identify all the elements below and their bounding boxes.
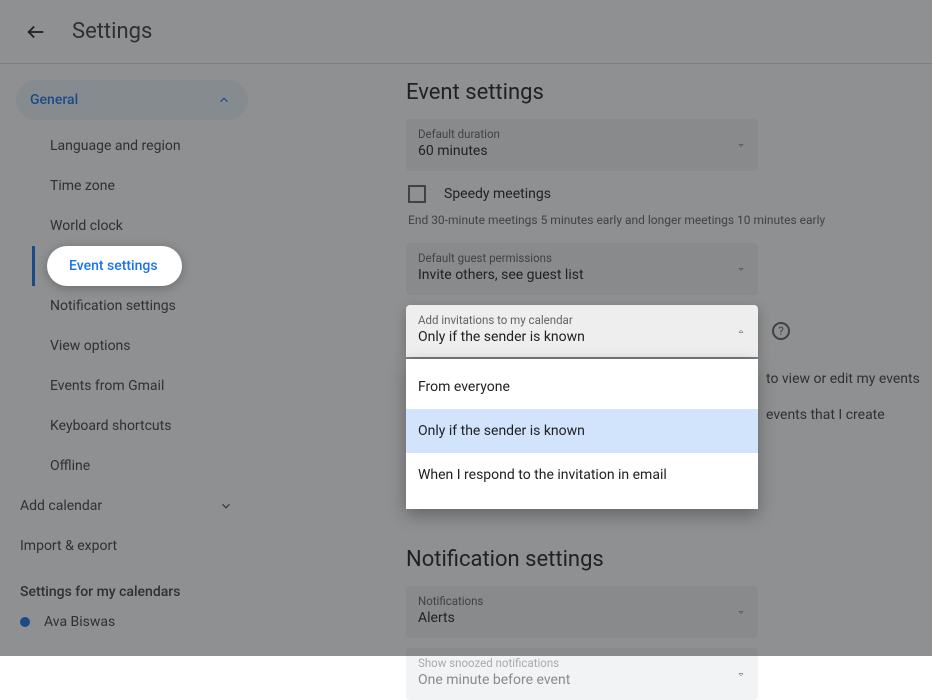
caret-down-icon: [736, 136, 746, 155]
caret-down-icon: [736, 603, 746, 622]
invitations-dropdown[interactable]: Add invitations to my calendar Only if t…: [406, 305, 758, 357]
sidebar-user-name: Ava Biswas: [44, 614, 115, 630]
field-label: Show snoozed notifications: [418, 656, 746, 670]
field-label: Default duration: [418, 127, 746, 141]
sidebar-item-event-settings-pill[interactable]: Event settings: [47, 246, 182, 286]
sidebar-item-events-gmail[interactable]: Events from Gmail: [32, 366, 248, 406]
speedy-meetings-checkbox[interactable]: Speedy meetings: [408, 185, 914, 203]
occluded-line-2: events that I create: [766, 397, 932, 433]
main-panel: Event settings Default duration 60 minut…: [256, 64, 932, 656]
field-value: Invite others, see guest list: [418, 267, 746, 283]
chevron-up-icon: [214, 90, 234, 110]
menu-item-when-respond[interactable]: When I respond to the invitation in emai…: [406, 453, 758, 497]
caret-down-icon: [736, 665, 746, 684]
occluded-line-1: to view or edit my events: [766, 361, 932, 397]
checkbox-label: Speedy meetings: [444, 186, 551, 202]
menu-item-sender-known[interactable]: Only if the sender is known: [406, 409, 758, 453]
field-value: One minute before event: [418, 672, 746, 688]
page-title: Settings: [72, 19, 152, 44]
sidebar-section-label: General: [30, 92, 78, 108]
sidebar-user-calendar[interactable]: Ava Biswas: [0, 606, 256, 638]
sidebar-item-event-settings[interactable]: Event settings: [32, 246, 248, 286]
field-label: Notifications: [418, 594, 746, 608]
sidebar-item-view-options[interactable]: View options: [32, 326, 248, 366]
field-value: 60 minutes: [418, 143, 746, 159]
sidebar-my-calendars-header: Settings for my calendars: [0, 566, 256, 606]
sidebar-item-worldclock[interactable]: World clock: [32, 206, 248, 246]
calendar-color-dot: [20, 617, 30, 627]
menu-item-from-everyone[interactable]: From everyone: [406, 365, 758, 409]
field-value: Only if the sender is known: [418, 329, 746, 345]
sidebar-section-general[interactable]: General: [16, 80, 248, 120]
sidebar-item-offline[interactable]: Offline: [32, 446, 248, 486]
sidebar-item-notifications[interactable]: Notification settings: [32, 286, 248, 326]
default-duration-dropdown[interactable]: Default duration 60 minutes: [406, 119, 758, 171]
sidebar-import-export[interactable]: Import & export: [0, 526, 256, 566]
notifications-dropdown[interactable]: Notifications Alerts: [406, 586, 758, 638]
field-value: Alerts: [418, 610, 746, 626]
guest-permissions-dropdown[interactable]: Default guest permissions Invite others,…: [406, 243, 758, 295]
sidebar-item-language[interactable]: Language and region: [32, 126, 248, 166]
back-arrow-icon[interactable]: [24, 20, 48, 44]
section-title-event-settings: Event settings: [406, 80, 916, 105]
occluded-text: to view or edit my events events that I …: [766, 361, 932, 433]
sidebar-item-keyboard[interactable]: Keyboard shortcuts: [32, 406, 248, 446]
sidebar: General Language and region Time zone Wo…: [0, 64, 256, 656]
speedy-meetings-helper: End 30-minute meetings 5 minutes early a…: [408, 213, 914, 227]
chevron-down-icon: [216, 496, 236, 516]
field-label: Default guest permissions: [418, 251, 746, 265]
caret-down-icon: [736, 260, 746, 279]
topbar: Settings: [0, 0, 932, 64]
checkbox-icon: [408, 185, 426, 203]
help-icon[interactable]: ?: [772, 322, 790, 340]
sidebar-add-calendar[interactable]: Add calendar: [0, 486, 256, 526]
invitations-dropdown-open[interactable]: Add invitations to my calendar Only if t…: [406, 305, 758, 357]
field-label: Add invitations to my calendar: [418, 313, 746, 327]
sidebar-item-timezone[interactable]: Time zone: [32, 166, 248, 206]
invitations-menu: From everyone Only if the sender is know…: [406, 359, 758, 509]
section-title-notification-settings: Notification settings: [406, 547, 916, 572]
caret-up-icon: [736, 322, 746, 341]
